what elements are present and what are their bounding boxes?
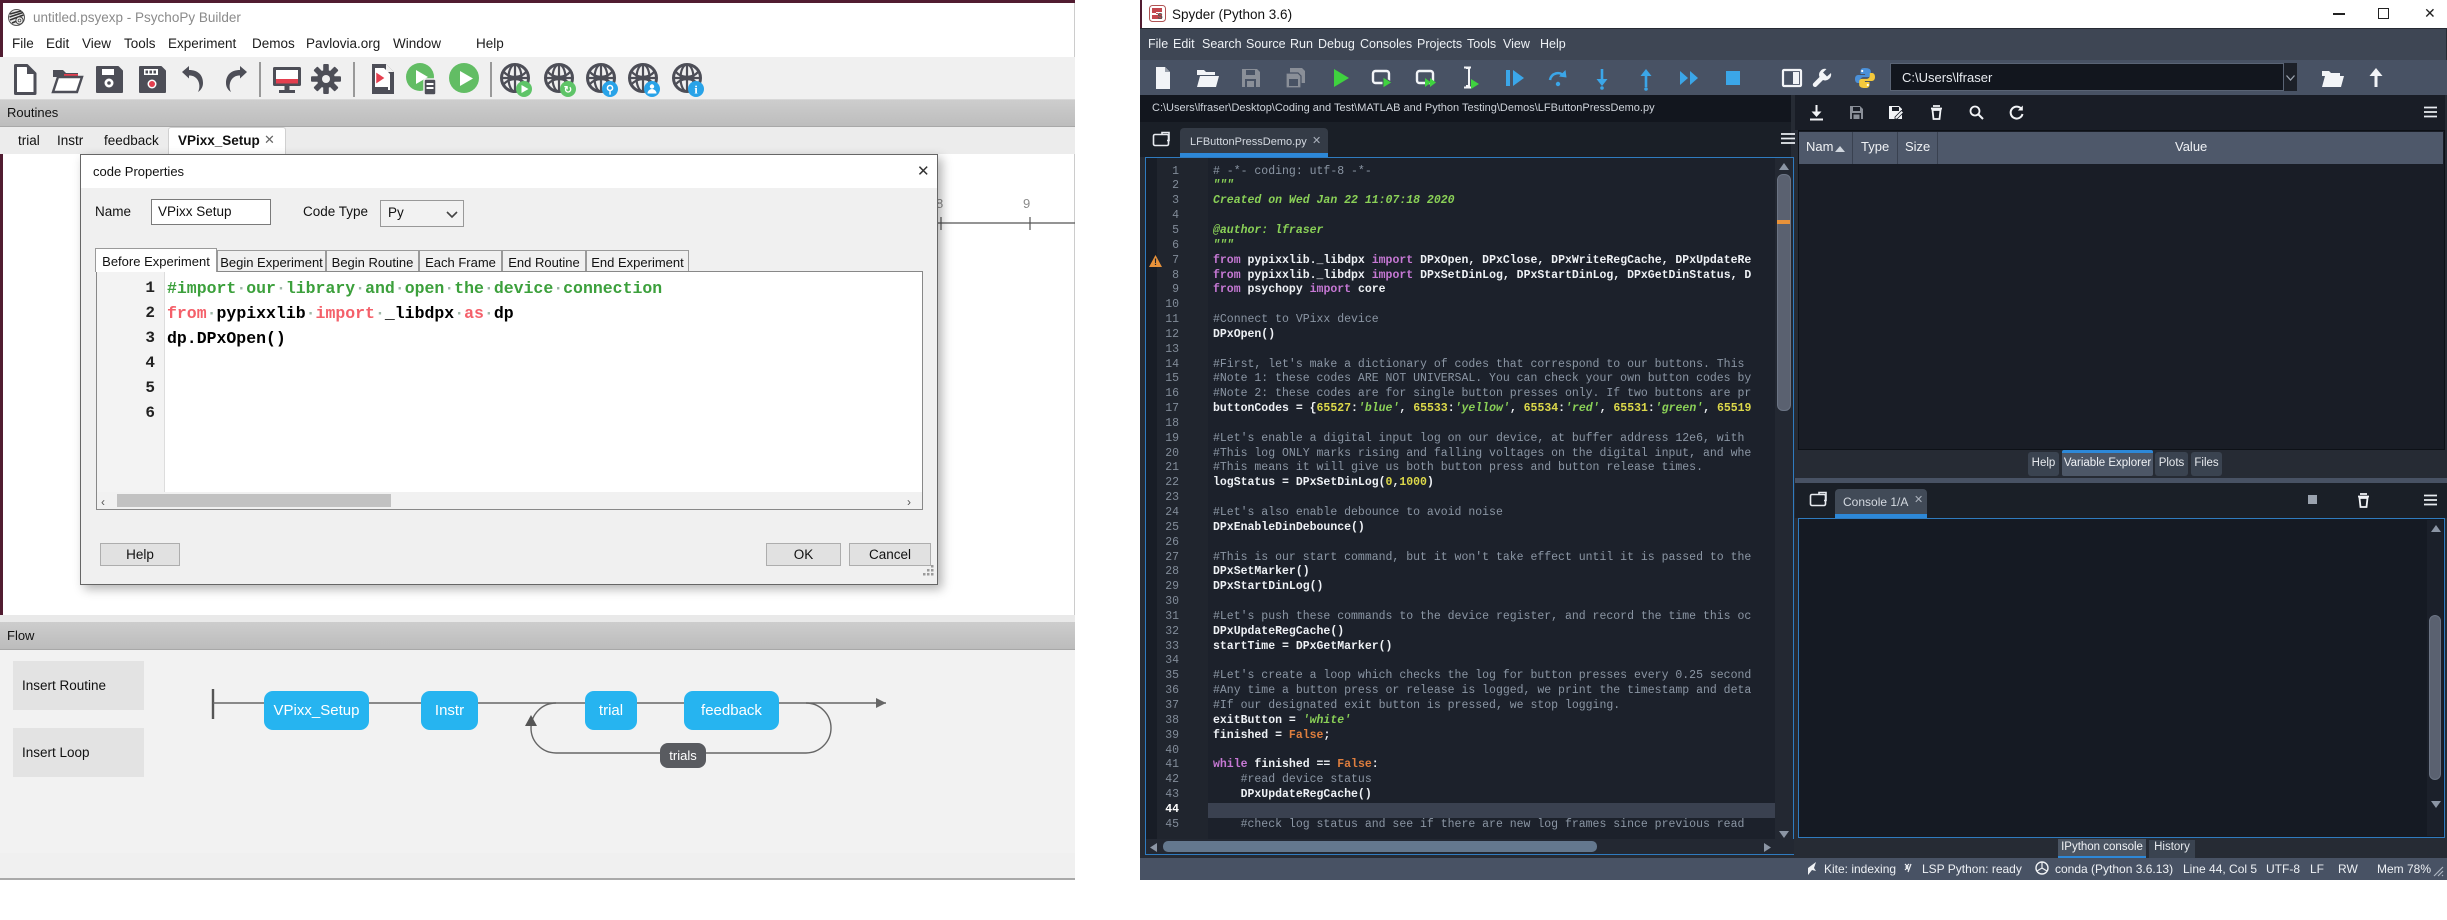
svg-text:↻: ↻ (564, 85, 572, 96)
svg-text:⚲: ⚲ (606, 84, 614, 96)
svg-text:S: S (1157, 12, 1163, 21)
